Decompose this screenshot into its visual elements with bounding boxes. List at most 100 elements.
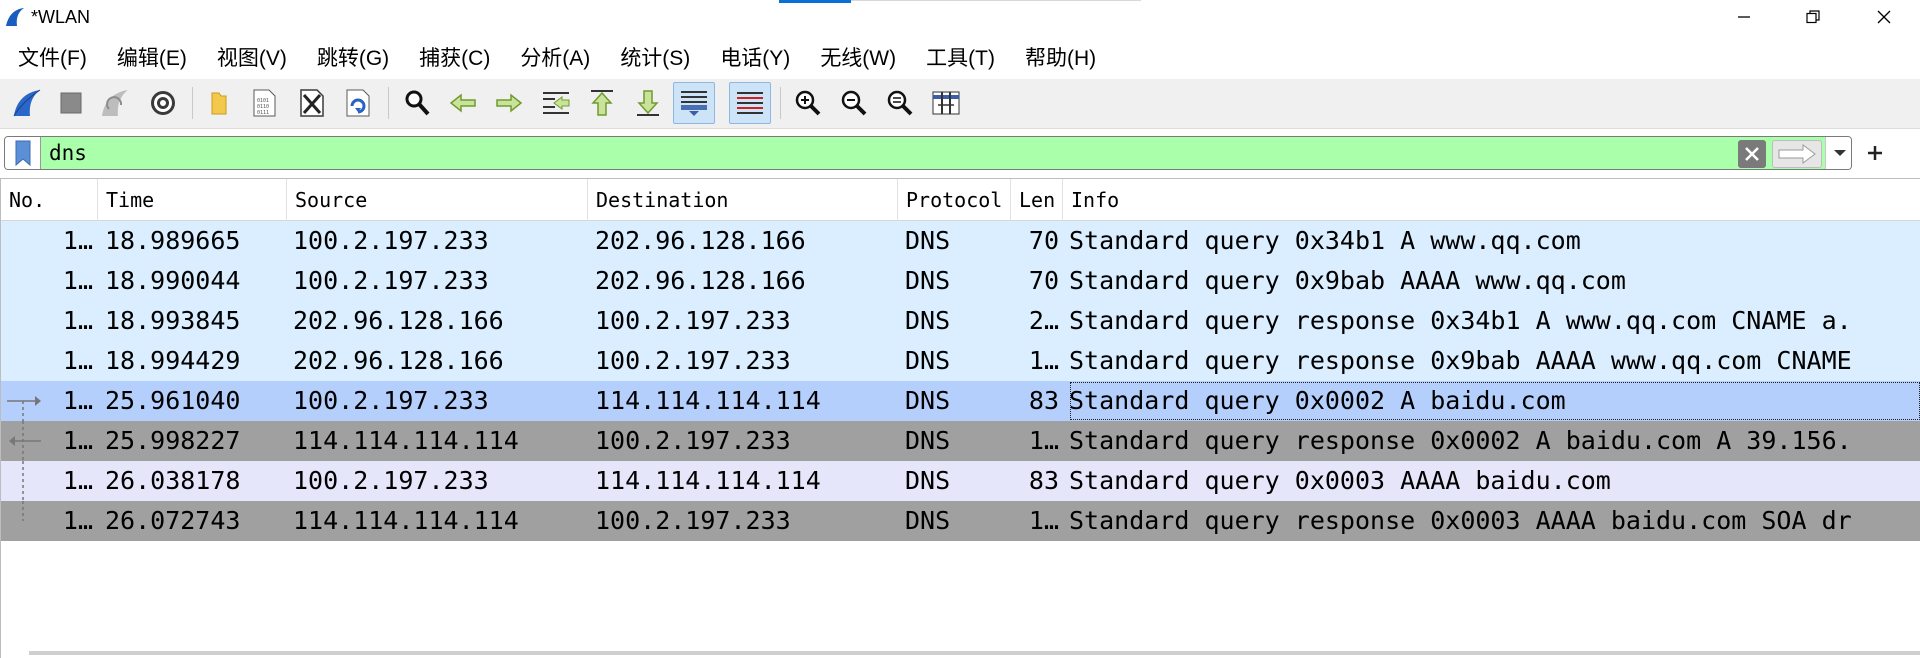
column-header-protocol[interactable]: Protocol xyxy=(898,179,1011,221)
zoom-out-button[interactable] xyxy=(833,82,875,124)
cell-destination: 100.2.197.233 xyxy=(595,306,791,335)
last-packet-button[interactable] xyxy=(627,82,669,124)
title-bar: *WLAN xyxy=(0,0,1920,34)
display-filter-input[interactable] xyxy=(49,137,1729,169)
packet-row[interactable]: 1… 18.990044 100.2.197.233 202.96.128.166 DN… xyxy=(1,261,1920,301)
cell-len: 83 xyxy=(1028,386,1059,415)
go-back-button[interactable] xyxy=(442,82,484,124)
open-file-button[interactable] xyxy=(198,82,240,124)
restart-fin-icon xyxy=(102,90,128,116)
menu-tools[interactable]: 工具(T) xyxy=(926,38,995,76)
resize-columns-button[interactable] xyxy=(925,82,967,124)
start-capture-button[interactable] xyxy=(6,82,48,124)
plus-icon xyxy=(1868,146,1882,160)
zoom-in-icon xyxy=(795,90,821,116)
column-header-len[interactable]: Len xyxy=(1011,179,1063,221)
menu-edit[interactable]: 编辑(E) xyxy=(117,38,187,76)
zoom-in-button[interactable] xyxy=(787,82,829,124)
open-folder-icon xyxy=(211,92,227,115)
cell-destination: 100.2.197.233 xyxy=(595,346,791,375)
minimize-icon xyxy=(1738,16,1750,18)
clear-x-icon xyxy=(1745,147,1759,161)
column-header-source[interactable]: Source xyxy=(287,179,588,221)
menu-go[interactable]: 跳转(G) xyxy=(317,38,389,76)
column-header-no[interactable]: No. xyxy=(1,179,98,221)
menu-bar: 文件(F) 编辑(E) 视图(V) 跳转(G) 捕获(C) 分析(A) 统计(S… xyxy=(0,38,1920,76)
minimize-button[interactable] xyxy=(1708,0,1780,34)
clear-filter-button[interactable] xyxy=(1738,140,1766,168)
title-top-line xyxy=(851,0,1141,1)
zoom-out-icon xyxy=(841,90,867,116)
add-filter-button[interactable] xyxy=(1860,138,1890,168)
save-file-button[interactable]: 0101 0110 0111 xyxy=(243,82,285,124)
cell-no: 1… xyxy=(62,466,93,495)
bookmark-icon xyxy=(15,140,30,166)
packet-row[interactable]: 1… 18.994429 202.96.128.166 100.2.197.233 DN… xyxy=(1,341,1920,381)
apply-filter-button[interactable] xyxy=(1772,140,1822,168)
zoom-normal-button[interactable] xyxy=(879,82,921,124)
menu-telephony[interactable]: 电话(Y) xyxy=(720,38,790,76)
title-accent-line xyxy=(779,0,851,3)
menu-view[interactable]: 视图(V) xyxy=(217,38,287,76)
cell-no: 1… xyxy=(62,386,93,415)
stop-square-icon xyxy=(60,92,82,114)
menu-statistics[interactable]: 统计(S) xyxy=(620,38,690,76)
menu-capture[interactable]: 捕获(C) xyxy=(419,38,490,76)
cell-destination: 100.2.197.233 xyxy=(595,506,791,535)
capture-options-button[interactable] xyxy=(142,82,184,124)
stop-capture-button[interactable] xyxy=(50,82,92,124)
cell-source: 114.114.114.114 xyxy=(293,506,519,535)
go-to-packet-button[interactable] xyxy=(535,82,577,124)
find-packet-button[interactable] xyxy=(396,82,438,124)
column-header-destination[interactable]: Destination xyxy=(588,179,898,221)
filter-bookmark-button[interactable] xyxy=(5,137,41,169)
packet-row[interactable]: 1… 18.993845 202.96.128.166 100.2.197.233 DN… xyxy=(1,301,1920,341)
recent-filters-dropdown[interactable] xyxy=(1825,137,1851,169)
packet-row[interactable]: 1… 26.072743 114.114.114.114 100.2.197.233 D… xyxy=(1,501,1920,541)
menu-wireless[interactable]: 无线(W) xyxy=(820,38,896,76)
toolbar-separator xyxy=(192,87,193,119)
menu-analyze[interactable]: 分析(A) xyxy=(520,38,590,76)
cell-no: 1… xyxy=(62,426,93,455)
cell-time: 25.998227 xyxy=(105,426,241,455)
horizontal-scrollbar[interactable] xyxy=(29,651,1920,655)
display-filter-box xyxy=(4,136,1852,170)
cell-source: 202.96.128.166 xyxy=(293,306,504,335)
column-header-info[interactable]: Info xyxy=(1063,179,1920,221)
cell-time: 26.038178 xyxy=(105,466,241,495)
packet-row[interactable]: 1… 25.961040 100.2.197.233 114.114.114.114 D… xyxy=(1,381,1920,421)
packet-row[interactable]: 1… 18.989665 100.2.197.233 202.96.128.166 DN… xyxy=(1,221,1920,261)
cell-protocol: DNS xyxy=(905,386,951,415)
restore-button[interactable] xyxy=(1777,0,1849,34)
cell-protocol: DNS xyxy=(905,426,951,455)
packet-row[interactable]: 1… 25.998227 114.114.114.114 100.2.197.233 D… xyxy=(1,421,1920,461)
packet-row[interactable]: 1… 26.038178 100.2.197.233 114.114.114.114 D… xyxy=(1,461,1920,501)
cell-no: 1… xyxy=(62,266,93,295)
back-arrow-icon xyxy=(449,93,476,113)
cell-time: 26.072743 xyxy=(105,506,241,535)
cell-info: Standard query response 0x34b1 A www.qq.… xyxy=(1069,306,1852,335)
cell-destination: 114.114.114.114 xyxy=(595,466,821,495)
go-forward-button[interactable] xyxy=(488,82,530,124)
close-button[interactable] xyxy=(1848,0,1920,34)
menu-help[interactable]: 帮助(H) xyxy=(1025,38,1096,76)
cell-no: 1… xyxy=(62,306,93,335)
restart-capture-button[interactable] xyxy=(94,82,136,124)
display-filter-bar xyxy=(0,134,1920,172)
cell-info: Standard query 0x0003 AAAA baidu.com xyxy=(1069,466,1611,495)
cell-destination: 202.96.128.166 xyxy=(595,226,806,255)
reload-button[interactable] xyxy=(337,82,379,124)
cell-destination: 100.2.197.233 xyxy=(595,426,791,455)
menu-file[interactable]: 文件(F) xyxy=(18,38,87,76)
toolbar-separator xyxy=(780,87,781,119)
close-file-button[interactable] xyxy=(291,82,333,124)
cell-info: Standard query 0x0002 A baidu.com xyxy=(1069,381,1920,421)
autoscroll-button[interactable] xyxy=(673,82,715,124)
cell-no: 1… xyxy=(62,226,93,255)
cell-source: 114.114.114.114 xyxy=(293,426,519,455)
column-header-time[interactable]: Time xyxy=(98,179,287,221)
reload-icon xyxy=(346,89,370,117)
colorize-button[interactable] xyxy=(729,82,771,124)
cell-len: 1… xyxy=(1028,346,1059,375)
first-packet-button[interactable] xyxy=(581,82,623,124)
